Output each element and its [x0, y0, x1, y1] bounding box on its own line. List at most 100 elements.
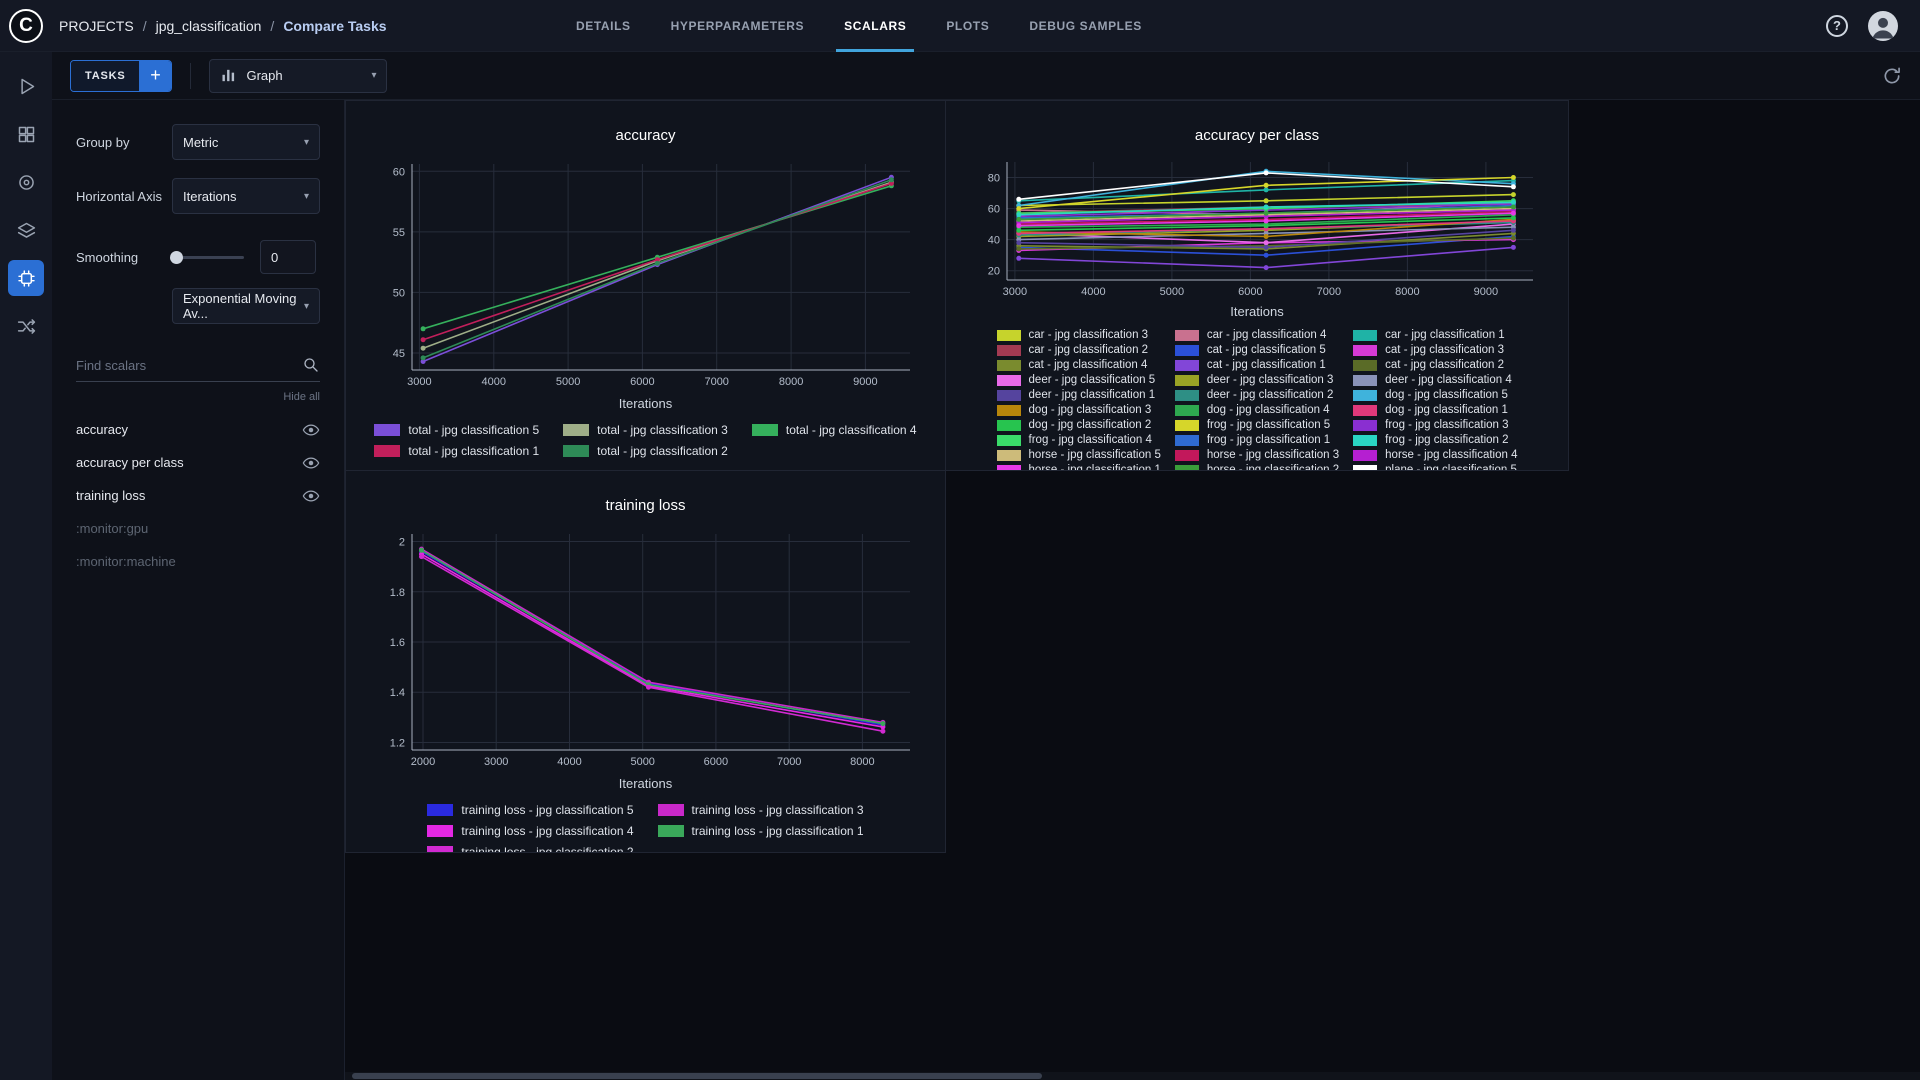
horizontal-axis-dropdown[interactable]: Iterations ▾: [172, 178, 320, 214]
breadcrumb-project-name[interactable]: jpg_classification: [156, 18, 262, 34]
metric-row-monitor-gpu[interactable]: :monitor:gpu: [76, 512, 320, 545]
legend-item[interactable]: frog - jpg classification 1: [1174, 434, 1339, 446]
legend-item[interactable]: deer - jpg classification 2: [1174, 389, 1339, 401]
rail-item-pipelines[interactable]: [8, 212, 44, 248]
legend-item[interactable]: dog - jpg classification 3: [996, 404, 1161, 416]
view-type-dropdown[interactable]: Graph ▾: [209, 58, 388, 93]
legend-item[interactable]: car - jpg classification 4: [1174, 329, 1339, 341]
search-icon[interactable]: [302, 356, 320, 374]
eye-icon[interactable]: [302, 454, 320, 472]
legend-item[interactable]: training loss - jpg classification 1: [657, 824, 864, 838]
breadcrumb-projects[interactable]: PROJECTS: [59, 18, 134, 34]
legend-item[interactable]: training loss - jpg classification 3: [657, 803, 864, 817]
rail-item-applications[interactable]: [8, 164, 44, 200]
search-input[interactable]: [76, 357, 302, 373]
legend-item[interactable]: horse - jpg classification 4: [1353, 449, 1517, 461]
legend-label: deer - jpg classification 4: [1385, 374, 1512, 386]
svg-text:5000: 5000: [630, 756, 654, 768]
legend-item[interactable]: training loss - jpg classification 2: [427, 845, 634, 852]
legend-item[interactable]: deer - jpg classification 4: [1353, 374, 1517, 386]
legend-item[interactable]: total - jpg classification 1: [374, 444, 539, 458]
eye-icon[interactable]: [302, 487, 320, 505]
legend-item[interactable]: frog - jpg classification 3: [1353, 419, 1517, 431]
legend-item[interactable]: deer - jpg classification 3: [1174, 374, 1339, 386]
tab-hyperparameters[interactable]: HYPERPARAMETERS: [651, 0, 824, 52]
legend-item[interactable]: cat - jpg classification 4: [996, 359, 1161, 371]
legend-item[interactable]: horse - jpg classification 1: [996, 464, 1161, 470]
legend-item[interactable]: total - jpg classification 3: [563, 423, 728, 437]
legend-item[interactable]: car - jpg classification 2: [996, 344, 1161, 356]
legend-item[interactable]: dog - jpg classification 5: [1353, 389, 1517, 401]
legend-swatch: [996, 329, 1021, 341]
refresh-button[interactable]: [1882, 66, 1902, 86]
svg-text:1.8: 1.8: [389, 587, 404, 599]
play-icon: [20, 78, 34, 94]
legend-label: horse - jpg classification 5: [1028, 449, 1161, 461]
legend-item[interactable]: frog - jpg classification 5: [1174, 419, 1339, 431]
legend-item[interactable]: frog - jpg classification 2: [1353, 434, 1517, 446]
legend-swatch: [996, 389, 1021, 401]
chevron-down-icon: ▾: [371, 70, 377, 81]
smoothing-type-dropdown[interactable]: Exponential Moving Av... ▾: [172, 288, 320, 324]
metric-row-accuracy-per-class[interactable]: accuracy per class: [76, 446, 320, 479]
tasks-button[interactable]: TASKS: [71, 60, 140, 91]
legend-swatch: [996, 404, 1021, 416]
rail-item-workers-queues[interactable]: [8, 308, 44, 344]
legend-item[interactable]: training loss - jpg classification 5: [427, 803, 634, 817]
legend-item[interactable]: total - jpg classification 5: [374, 423, 539, 437]
legend-item[interactable]: dog - jpg classification 1: [1353, 404, 1517, 416]
svg-text:7000: 7000: [776, 756, 800, 768]
svg-text:9000: 9000: [853, 376, 877, 388]
legend-item[interactable]: car - jpg classification 3: [996, 329, 1161, 341]
accuracy-per-class-chart-plot[interactable]: 3000 4000 5000 6000 7000 8000 9000 20 40 60 80: [965, 154, 1549, 302]
horizontal-scrollbar[interactable]: [345, 1072, 1920, 1080]
legend-item[interactable]: dog - jpg classification 2: [996, 419, 1161, 431]
legend-item[interactable]: horse - jpg classification 3: [1174, 449, 1339, 461]
add-task-button[interactable]: +: [139, 60, 172, 91]
horizontal-scrollbar-thumb[interactable]: [352, 1073, 1042, 1079]
metric-row-accuracy[interactable]: accuracy: [76, 413, 320, 446]
tab-plots[interactable]: PLOTS: [926, 0, 1009, 52]
rail-item-getting-started[interactable]: [8, 68, 44, 104]
group-by-dropdown[interactable]: Metric ▾: [172, 124, 320, 160]
legend-label: total - jpg classification 3: [597, 423, 728, 437]
tab-details[interactable]: DETAILS: [556, 0, 651, 52]
legend-item[interactable]: horse - jpg classification 5: [996, 449, 1161, 461]
legend-item[interactable]: car - jpg classification 1: [1353, 329, 1517, 341]
legend-item[interactable]: deer - jpg classification 1: [996, 389, 1161, 401]
tab-scalars[interactable]: SCALARS: [824, 0, 926, 52]
smoothing-slider[interactable]: [170, 250, 244, 264]
chart-title: accuracy per class: [1194, 127, 1320, 144]
tab-debug-samples[interactable]: DEBUG SAMPLES: [1009, 0, 1161, 52]
eye-icon[interactable]: [302, 421, 320, 439]
help-icon[interactable]: ?: [1826, 14, 1848, 37]
legend-item[interactable]: total - jpg classification 4: [751, 423, 917, 437]
legend-item[interactable]: cat - jpg classification 5: [1174, 344, 1339, 356]
legend-item[interactable]: horse - jpg classification 2: [1174, 464, 1339, 470]
user-avatar[interactable]: [1868, 10, 1898, 41]
svg-text:7000: 7000: [704, 376, 728, 388]
training-loss-chart-plot[interactable]: 2000 3000 4000 5000 6000 7000 8000 1.2 1.4 1.6 1.8…: [366, 524, 926, 774]
legend-item[interactable]: cat - jpg classification 2: [1353, 359, 1517, 371]
legend-label: training loss - jpg classification 4: [461, 824, 634, 838]
clearml-logo[interactable]: C: [9, 8, 43, 43]
accuracy-chart-plot[interactable]: 3000 4000 5000 6000 7000 8000 9000 45 50 55 60: [366, 154, 926, 394]
legend-item[interactable]: cat - jpg classification 3: [1353, 344, 1517, 356]
hide-all-button[interactable]: Hide all: [76, 391, 320, 403]
metric-row-training-loss[interactable]: training loss: [76, 479, 320, 512]
legend-item[interactable]: cat - jpg classification 1: [1174, 359, 1339, 371]
legend-item[interactable]: training loss - jpg classification 4: [427, 824, 634, 838]
svg-text:4000: 4000: [481, 376, 505, 388]
legend-item[interactable]: deer - jpg classification 5: [996, 374, 1161, 386]
rail-item-experiments[interactable]: [8, 260, 44, 296]
rail-item-datasets[interactable]: [8, 116, 44, 152]
legend-swatch: [996, 464, 1021, 470]
legend-item[interactable]: dog - jpg classification 4: [1174, 404, 1339, 416]
legend-item[interactable]: total - jpg classification 2: [563, 444, 728, 458]
legend-item[interactable]: plane - jpg classification 5: [1353, 464, 1517, 470]
legend-swatch: [1353, 419, 1378, 431]
smoothing-value-input[interactable]: [260, 240, 316, 274]
smoothing-slider-thumb[interactable]: [170, 250, 183, 264]
legend-item[interactable]: frog - jpg classification 4: [996, 434, 1161, 446]
metric-row-monitor-machine[interactable]: :monitor:machine: [76, 545, 320, 578]
